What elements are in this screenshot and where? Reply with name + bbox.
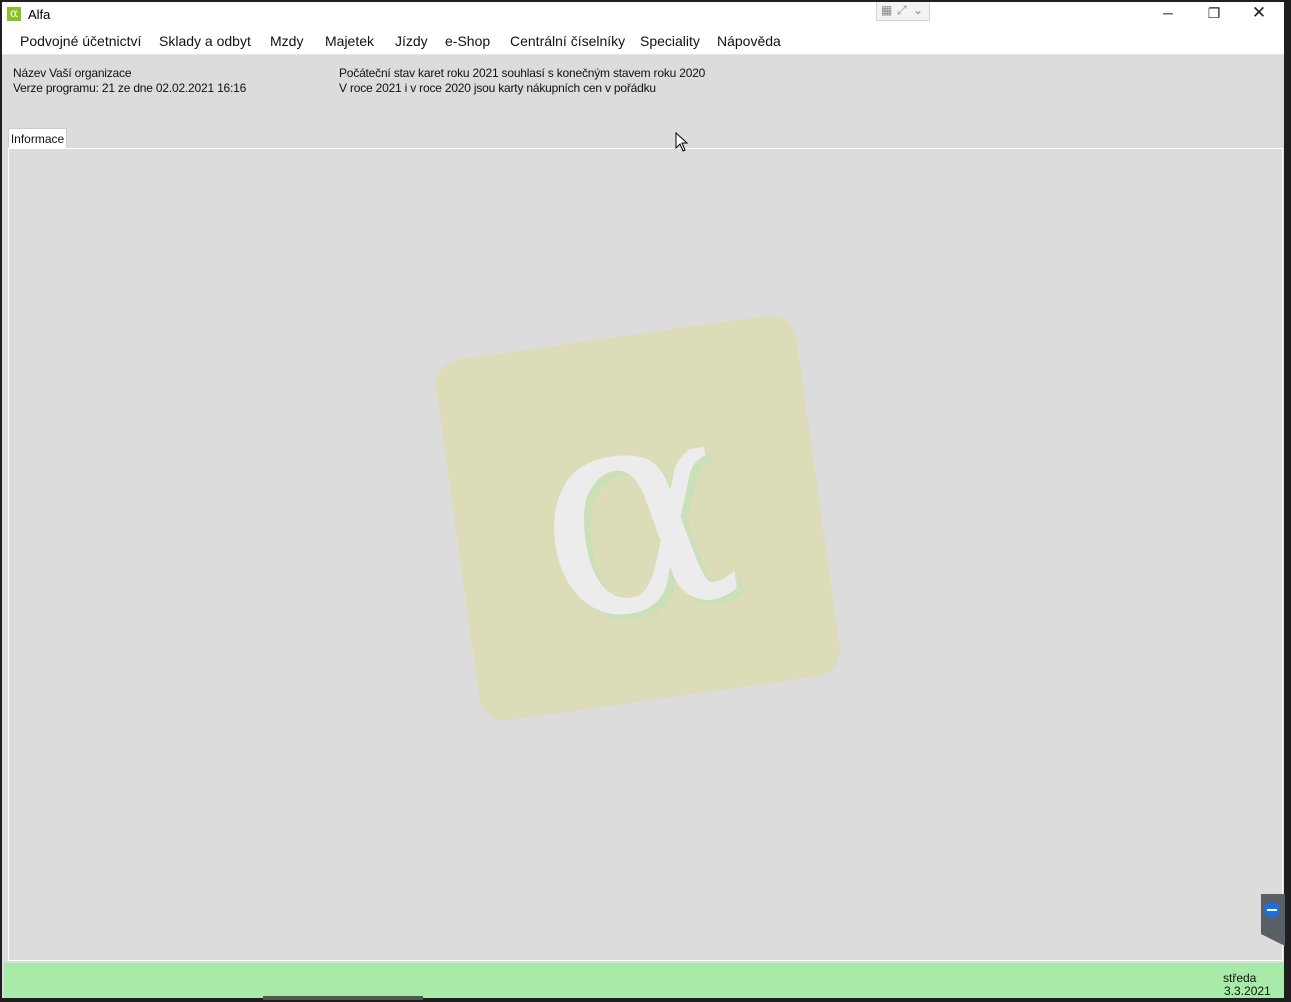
menu-item-napoveda[interactable]: Nápověda <box>717 33 781 49</box>
menu-item-sklady-a-odbyt[interactable]: Sklady a odbyt <box>159 33 251 49</box>
menu-item-e-shop[interactable]: e-Shop <box>445 33 490 49</box>
alpha-icon[interactable]: α <box>7 7 21 21</box>
close-icon: ✕ <box>1251 3 1267 22</box>
minimize-icon: ─ <box>1163 5 1173 21</box>
prices-status-line: V roce 2021 i v roce 2020 jsou karty nák… <box>339 81 656 95</box>
menu-item-mzdy[interactable]: Mzdy <box>270 33 303 49</box>
remote-toolbar[interactable]: ▦ ⤢ ⌄ <box>876 2 930 21</box>
restore-button[interactable]: ❐ <box>1191 2 1237 26</box>
window-title: Alfa <box>28 7 51 22</box>
menu-item-podvojne-ucetnictvi[interactable]: Podvojné účetnictví <box>20 33 141 49</box>
organization-name: Název Vaší organizace <box>13 66 132 80</box>
remote-session-icon[interactable] <box>1257 894 1285 946</box>
menu-item-speciality[interactable]: Speciality <box>640 33 700 49</box>
program-version: Verze programu: 21 ze dne 02.02.2021 16:… <box>13 81 247 95</box>
alpha-logo-icon: α α <box>435 315 841 721</box>
menu-item-jizdy[interactable]: Jízdy <box>395 33 428 49</box>
restore-icon: ❐ <box>1207 5 1221 21</box>
mouse-cursor-icon <box>675 132 689 152</box>
grid-icon[interactable]: ▦ <box>881 3 892 17</box>
status-bar: středa 3.3.2021 <box>4 963 1284 998</box>
minimize-button[interactable]: ─ <box>1145 2 1191 26</box>
menu-bar: Podvojné účetnictví Sklady a odbyt Mzdy … <box>2 26 1284 55</box>
fullscreen-icon[interactable]: ⤢ <box>897 3 907 18</box>
status-day: středa <box>1223 971 1257 985</box>
close-button[interactable]: ✕ <box>1236 2 1282 26</box>
tab-informace[interactable]: Informace <box>8 128 67 149</box>
menu-item-centralni-ciselniky[interactable]: Centrální číselníky <box>510 33 625 49</box>
app-window: α Alfa ▦ ⤢ ⌄ ─ ❐ ✕ Podvojné účetnictví S… <box>2 2 1284 998</box>
title-bar[interactable]: α Alfa ▦ ⤢ ⌄ ─ ❐ ✕ <box>2 2 1284 26</box>
menu-item-majetek[interactable]: Majetek <box>325 33 374 49</box>
chevron-down-icon[interactable]: ⌄ <box>913 3 923 17</box>
status-date: 3.3.2021 <box>1224 984 1271 998</box>
cards-status-line: Počáteční stav karet roku 2021 souhlasí … <box>339 66 706 80</box>
taskbar-scroll-thumb[interactable] <box>263 996 423 1000</box>
